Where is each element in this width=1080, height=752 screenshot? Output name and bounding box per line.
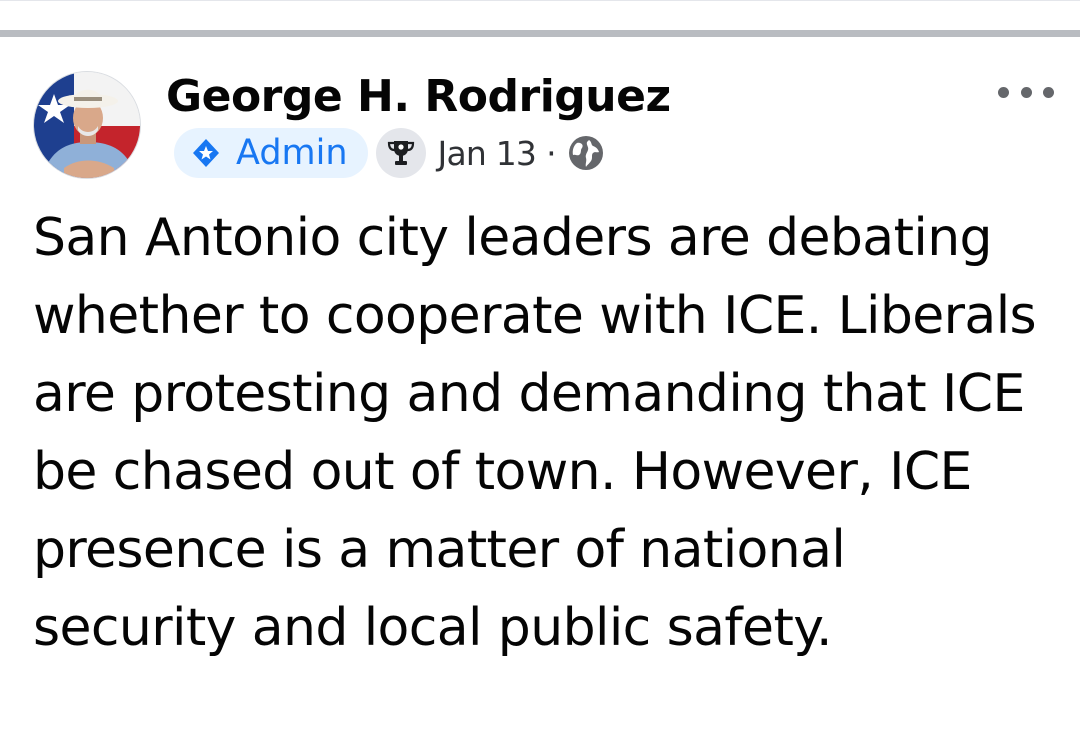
- previous-post-edge: [0, 0, 1080, 34]
- trophy-badge[interactable]: [375, 128, 426, 178]
- post-body: San Antonio city leaders are debating wh…: [33, 208, 1037, 658]
- more-options-dot: [1043, 86, 1054, 98]
- post-meta: Admin Jan 13 ·: [174, 128, 605, 178]
- feed-divider: [0, 30, 1080, 37]
- avatar[interactable]: [33, 71, 141, 179]
- author-name[interactable]: George H. Rodriguez: [166, 71, 671, 123]
- admin-badge[interactable]: Admin: [174, 128, 368, 178]
- more-options-icon: [998, 86, 1009, 98]
- post-card: George H. Rodriguez Admin Jan 13 · San A…: [0, 37, 1080, 752]
- avatar-photo: [34, 72, 140, 178]
- trophy-icon: [387, 141, 414, 165]
- post-date[interactable]: Jan 13: [438, 134, 537, 173]
- more-options-dot: [1020, 86, 1032, 98]
- meta-separator: ·: [546, 133, 557, 173]
- globe-public-icon[interactable]: [567, 134, 605, 172]
- admin-shield-icon: [193, 139, 219, 167]
- more-options-button[interactable]: [998, 77, 1054, 107]
- admin-badge-label: Admin: [236, 133, 348, 173]
